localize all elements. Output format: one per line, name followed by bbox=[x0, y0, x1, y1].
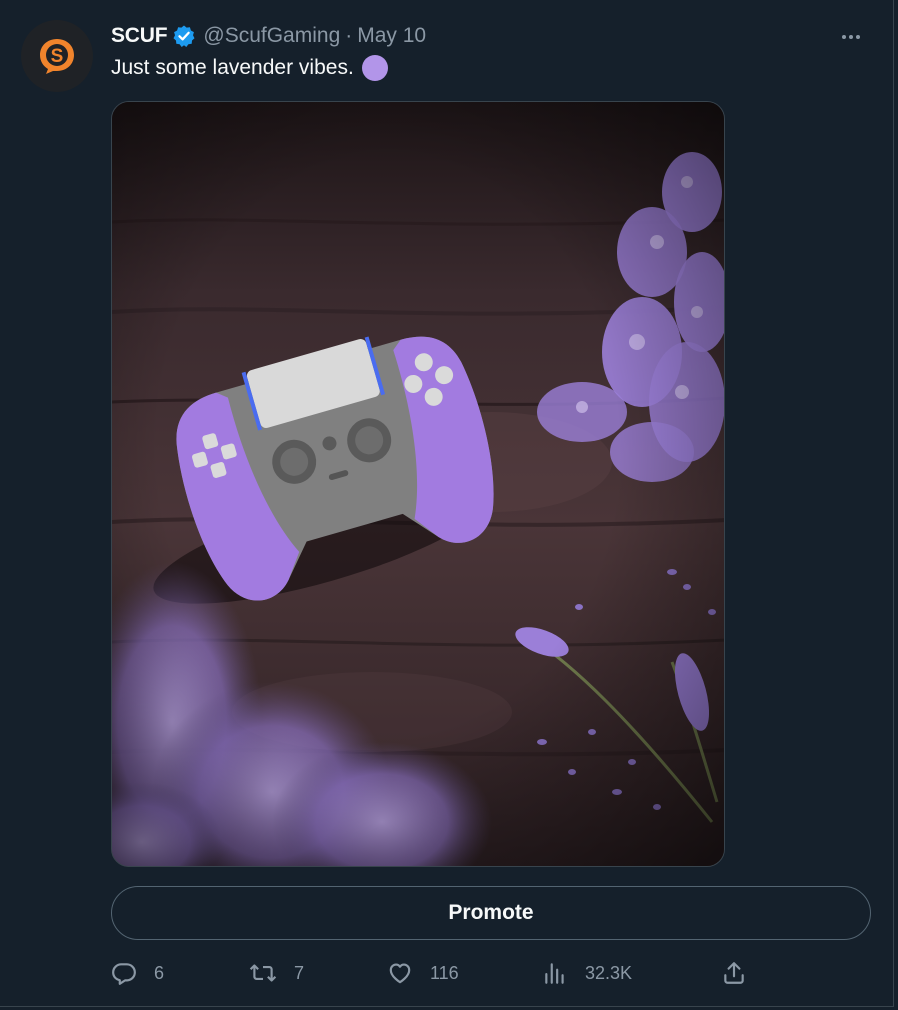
avatar[interactable]: S bbox=[21, 20, 93, 92]
reply-count: 6 bbox=[154, 962, 165, 983]
share-button[interactable] bbox=[721, 955, 747, 991]
retweet-count: 7 bbox=[294, 962, 305, 983]
verified-badge-icon[interactable] bbox=[172, 24, 196, 48]
views-chart-icon bbox=[545, 963, 564, 984]
more-options-button[interactable] bbox=[839, 25, 863, 49]
tweet-text: Just some lavender vibes. bbox=[111, 55, 388, 81]
retweet-icon bbox=[249, 964, 277, 982]
reply-icon bbox=[112, 963, 136, 985]
purple-circle-emoji-icon bbox=[361, 55, 388, 81]
tweet-media-image[interactable] bbox=[111, 101, 725, 867]
tweet-actions: 6 7 116 32.3K bbox=[111, 955, 751, 991]
display-name[interactable]: SCUF bbox=[111, 24, 168, 48]
timestamp[interactable]: May 10 bbox=[357, 24, 426, 48]
handle[interactable]: @ScufGaming bbox=[203, 24, 340, 48]
tweet-header: SCUF @ScufGaming · May 10 bbox=[111, 22, 426, 50]
heart-icon bbox=[389, 963, 411, 984]
share-icon bbox=[724, 962, 744, 984]
controller-lavender-photo-icon bbox=[112, 102, 724, 866]
more-icon bbox=[842, 35, 860, 39]
promote-button[interactable]: Promote bbox=[111, 886, 871, 940]
svg-text:S: S bbox=[51, 46, 64, 67]
like-count: 116 bbox=[430, 962, 459, 983]
tweet-text-content: Just some lavender vibes. bbox=[111, 56, 354, 79]
views-button[interactable]: 32.3K bbox=[542, 955, 632, 991]
separator: · bbox=[345, 24, 353, 47]
views-count: 32.3K bbox=[585, 962, 633, 983]
tweet: S SCUF @ScufGaming · May 10 Just some la… bbox=[0, 0, 894, 1007]
reply-button[interactable]: 6 bbox=[111, 955, 164, 991]
retweet-button[interactable]: 7 bbox=[249, 955, 304, 991]
like-button[interactable]: 116 bbox=[387, 955, 459, 991]
scuf-logo-icon: S bbox=[40, 39, 74, 74]
